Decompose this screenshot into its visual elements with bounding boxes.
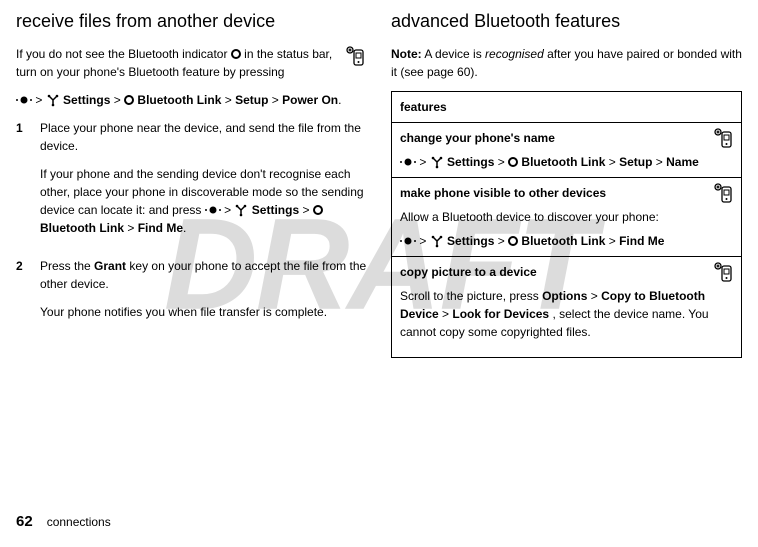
- feature-1-title: change your phone's name: [400, 129, 733, 147]
- steps-list: 1 Place your phone near the device, and …: [16, 119, 367, 331]
- intro-block: If you do not see the Bluetooth indicato…: [16, 45, 367, 91]
- page-footer: 62 connections: [16, 511, 111, 534]
- intro-a: If you do not see the Bluetooth indicato…: [16, 47, 231, 61]
- center-key-icon: [400, 237, 416, 245]
- step-2-a: Press the Grant key on your phone to acc…: [40, 257, 367, 293]
- bluetooth-device-icon: [711, 182, 735, 206]
- path-settings: Settings: [63, 93, 110, 107]
- r3-options: Options: [542, 289, 587, 303]
- feature-row-1: change your phone's name > Settings > Bl…: [392, 123, 742, 178]
- path-bt: Bluetooth Link: [137, 93, 221, 107]
- path-setup: Setup: [235, 93, 268, 107]
- bluetooth-indicator-icon: [231, 49, 241, 59]
- bluetooth-icon: [508, 236, 518, 246]
- step-1: 1 Place your phone near the device, and …: [16, 119, 367, 247]
- step-2-num: 2: [16, 257, 28, 331]
- grant-key: Grant: [94, 259, 126, 273]
- tools-icon: [430, 234, 444, 248]
- right-heading: advanced Bluetooth features: [391, 8, 742, 35]
- bluetooth-icon: [124, 95, 134, 105]
- feature-2-title: make phone visible to other devices: [400, 184, 733, 202]
- page-content: receive files from another device If you…: [0, 0, 758, 358]
- path-poweron: Power On: [282, 93, 338, 107]
- step-2-a1: Press the: [40, 259, 94, 273]
- r3-lookfor: Look for Devices: [452, 307, 549, 321]
- tools-icon: [430, 155, 444, 169]
- center-key-icon: [205, 206, 221, 214]
- feature-row-3: copy picture to a device Scroll to the p…: [392, 257, 742, 358]
- center-key-icon: [16, 96, 32, 104]
- section-name: connections: [47, 513, 111, 531]
- r1-setup: Setup: [619, 155, 652, 169]
- feature-2-path: > Settings > Bluetooth Link > Find Me: [400, 232, 733, 250]
- feature-row-2: make phone visible to other devices Allo…: [392, 178, 742, 257]
- step-2: 2 Press the Grant key on your phone to a…: [16, 257, 367, 331]
- left-heading: receive files from another device: [16, 8, 367, 35]
- step-2-b: Your phone notifies you when file transf…: [40, 303, 367, 321]
- feature-1-path: > Settings > Bluetooth Link > Setup > Na: [400, 153, 733, 171]
- note-text: Note: A device is recognised after you h…: [391, 45, 742, 81]
- r2-findme: Find Me: [619, 234, 664, 248]
- bluetooth-device-icon: [711, 127, 735, 151]
- intro-text: If you do not see the Bluetooth indicato…: [16, 45, 335, 81]
- r2-bt: Bluetooth Link: [521, 234, 605, 248]
- note-em: recognised: [485, 47, 544, 61]
- note-a: A device is: [424, 47, 485, 61]
- step-1-num: 1: [16, 119, 28, 247]
- feature-3-title: copy picture to a device: [400, 263, 733, 281]
- r3-a: Scroll to the picture, press: [400, 289, 542, 303]
- feature-2-desc: Allow a Bluetooth device to discover you…: [400, 208, 733, 226]
- path-findme: Find Me: [138, 221, 183, 235]
- bluetooth-icon: [313, 205, 323, 215]
- r1-settings: Settings: [447, 155, 494, 169]
- note-label: Note:: [391, 47, 422, 61]
- bluetooth-device-icon: [343, 45, 367, 69]
- r2-settings: Settings: [447, 234, 494, 248]
- bluetooth-icon: [508, 157, 518, 167]
- feature-3-text: Scroll to the picture, press Options > C…: [400, 287, 733, 341]
- bluetooth-device-icon: [711, 261, 735, 285]
- tools-icon: [234, 203, 248, 217]
- right-column: advanced Bluetooth features Note: A devi…: [391, 8, 742, 358]
- r1-name: Name: [666, 155, 699, 169]
- tools-icon: [46, 93, 60, 107]
- page-number: 62: [16, 511, 33, 534]
- r1-bt: Bluetooth Link: [521, 155, 605, 169]
- center-key-icon: [400, 158, 416, 166]
- path-settings: Settings: [252, 203, 299, 217]
- table-header: features: [392, 92, 742, 123]
- path-bt: Bluetooth Link: [40, 221, 124, 235]
- left-column: receive files from another device If you…: [16, 8, 367, 358]
- features-table: features change your phone's name: [391, 91, 742, 358]
- step-1-a: Place your phone near the device, and se…: [40, 119, 367, 155]
- step-1-b: If your phone and the sending device don…: [40, 165, 367, 237]
- path-a: > Settings > Bluetooth Link > Setup > Po…: [16, 91, 367, 109]
